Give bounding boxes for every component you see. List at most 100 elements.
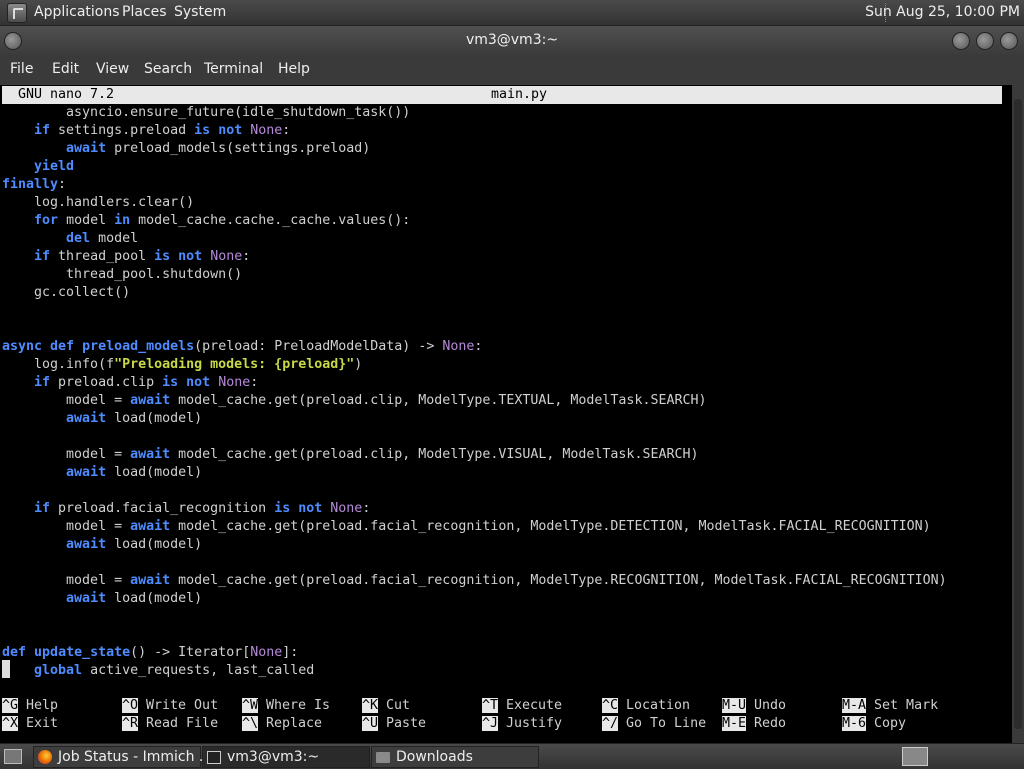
shortcut-item: ^C Location <box>602 697 690 715</box>
code-line[interactable]: await load(model) <box>2 464 202 482</box>
shortcut-label: Exit <box>18 716 59 731</box>
tray-window-icon[interactable] <box>902 747 928 766</box>
shortcut-label: Execute <box>498 698 563 713</box>
minimize-icon[interactable] <box>952 32 970 50</box>
code-line[interactable]: thread_pool.shutdown() <box>2 266 242 284</box>
shortcut-label: Read File <box>138 716 219 731</box>
code-line[interactable]: if settings.preload is not None: <box>2 122 290 140</box>
code-line[interactable]: global active_requests, last_called <box>2 662 314 680</box>
shortcut-label: Undo <box>746 698 787 713</box>
top-panel: Applications Places System Sun Aug 25, 1… <box>0 0 1024 26</box>
shortcut-item: M-A Set Mark <box>842 697 938 715</box>
show-desktop-icon[interactable] <box>4 749 22 764</box>
code-line[interactable]: if preload.facial_recognition is not Non… <box>2 500 370 518</box>
code-line[interactable]: await preload_models(settings.preload) <box>2 140 370 158</box>
taskbar: Job Status - Immich ... vm3@vm3:~ Downlo… <box>0 743 1024 769</box>
code-line[interactable]: await load(model) <box>2 590 202 608</box>
code-line[interactable]: asyncio.ensure_future(idle_shutdown_task… <box>2 104 410 122</box>
menu-places[interactable]: Places <box>122 4 167 20</box>
window-title: vm3@vm3:~ <box>465 32 559 48</box>
shortcut-key: ^X <box>2 716 19 731</box>
shortcut-key: ^/ <box>602 716 619 731</box>
menu-system[interactable]: System <box>174 4 226 20</box>
folder-icon <box>376 752 390 763</box>
terminal-screen[interactable]: GNU nano 7.2 main.py asyncio.ensure_futu… <box>0 85 1012 743</box>
shortcut-item: M-6 Copy <box>842 715 906 733</box>
code-line[interactable]: async def preload_models(preload: Preloa… <box>2 338 482 356</box>
menu-applications[interactable]: Applications <box>34 4 120 20</box>
shortcut-label: Go To Line <box>618 716 707 731</box>
shortcut-label: Where Is <box>258 698 331 713</box>
code-line[interactable]: model = await model_cache.get(preload.cl… <box>2 392 706 410</box>
menu-help[interactable]: Help <box>278 61 310 77</box>
nano-header: GNU nano 7.2 main.py <box>2 86 1002 104</box>
shortcut-item: ^U Paste <box>362 715 426 733</box>
shortcut-label: Paste <box>378 716 427 731</box>
task-terminal[interactable]: vm3@vm3:~ <box>202 746 370 768</box>
text-cursor <box>2 660 10 678</box>
shortcut-label: Cut <box>378 698 411 713</box>
terminal-icon <box>207 751 221 764</box>
shortcut-label: Replace <box>258 716 323 731</box>
code-line[interactable]: del model <box>2 230 138 248</box>
shortcut-item: M-U Undo <box>722 697 786 715</box>
applications-logo-icon[interactable] <box>7 3 27 23</box>
close-icon[interactable] <box>1000 32 1018 50</box>
shortcut-key: ^\ <box>242 716 259 731</box>
code-line[interactable]: model = await model_cache.get(preload.fa… <box>2 572 947 590</box>
shortcut-key: ^J <box>482 716 499 731</box>
shortcut-key: ^K <box>362 698 379 713</box>
task-label: vm3@vm3:~ <box>227 749 320 765</box>
maximize-icon[interactable] <box>976 32 994 50</box>
scrollbar-thumb[interactable] <box>1014 99 1022 729</box>
shortcut-item: ^J Justify <box>482 715 562 733</box>
code-line[interactable]: await load(model) <box>2 536 202 554</box>
task-firefox[interactable]: Job Status - Immich ... <box>33 746 212 768</box>
shortcut-key: M-A <box>842 698 867 713</box>
shortcut-key: ^G <box>2 698 19 713</box>
code-line[interactable]: gc.collect() <box>2 284 130 302</box>
code-line[interactable]: await load(model) <box>2 410 202 428</box>
menu-search[interactable]: Search <box>144 61 192 77</box>
shortcut-key: ^W <box>242 698 259 713</box>
shortcut-key: M-U <box>722 698 747 713</box>
firefox-icon <box>38 750 52 764</box>
shortcut-label: Copy <box>866 716 907 731</box>
shortcut-item: ^W Where Is <box>242 697 330 715</box>
task-downloads[interactable]: Downloads <box>371 746 539 768</box>
shortcut-label: Redo <box>746 716 787 731</box>
shortcut-label: Set Mark <box>866 698 939 713</box>
shortcut-item: M-E Redo <box>722 715 786 733</box>
code-line[interactable]: finally: <box>2 176 66 194</box>
shortcut-item: ^O Write Out <box>122 697 218 715</box>
code-line[interactable]: yield <box>2 158 74 176</box>
shortcut-item: ^G Help <box>2 697 58 715</box>
code-line[interactable]: model = await model_cache.get(preload.cl… <box>2 446 698 464</box>
menu-terminal[interactable]: Terminal <box>204 61 263 77</box>
terminal-scrollbar[interactable] <box>1012 85 1024 743</box>
code-line[interactable]: log.handlers.clear() <box>2 194 194 212</box>
shortcut-key: ^R <box>122 716 139 731</box>
shortcut-item: ^T Execute <box>482 697 562 715</box>
task-label: Job Status - Immich ... <box>58 749 213 765</box>
code-line[interactable]: if thread_pool is not None: <box>2 248 250 266</box>
terminal-menubar: File Edit View Search Terminal Help <box>0 56 1024 84</box>
shortcut-item: ^R Read File <box>122 715 218 733</box>
shortcut-key: ^O <box>122 698 139 713</box>
code-line[interactable]: model = await model_cache.get(preload.fa… <box>2 518 931 536</box>
code-line[interactable]: log.info(f"Preloading models: {preload}"… <box>2 356 362 374</box>
menu-file[interactable]: File <box>10 61 33 77</box>
menu-view[interactable]: View <box>96 61 129 77</box>
shortcut-item: ^/ Go To Line <box>602 715 706 733</box>
window-titlebar[interactable]: vm3@vm3:~ <box>0 26 1024 56</box>
nano-version: GNU nano 7.2 <box>18 87 115 102</box>
code-line[interactable]: def update_state() -> Iterator[None]: <box>2 644 298 662</box>
shortcut-key: ^T <box>482 698 499 713</box>
shortcut-key: M-E <box>722 716 747 731</box>
code-line[interactable]: if preload.clip is not None: <box>2 374 258 392</box>
shortcut-key: ^U <box>362 716 379 731</box>
shortcut-label: Help <box>18 698 59 713</box>
clock[interactable]: Sun Aug 25, 10:00 PM <box>865 4 1020 20</box>
code-line[interactable]: for model in model_cache.cache._cache.va… <box>2 212 410 230</box>
menu-edit[interactable]: Edit <box>52 61 79 77</box>
